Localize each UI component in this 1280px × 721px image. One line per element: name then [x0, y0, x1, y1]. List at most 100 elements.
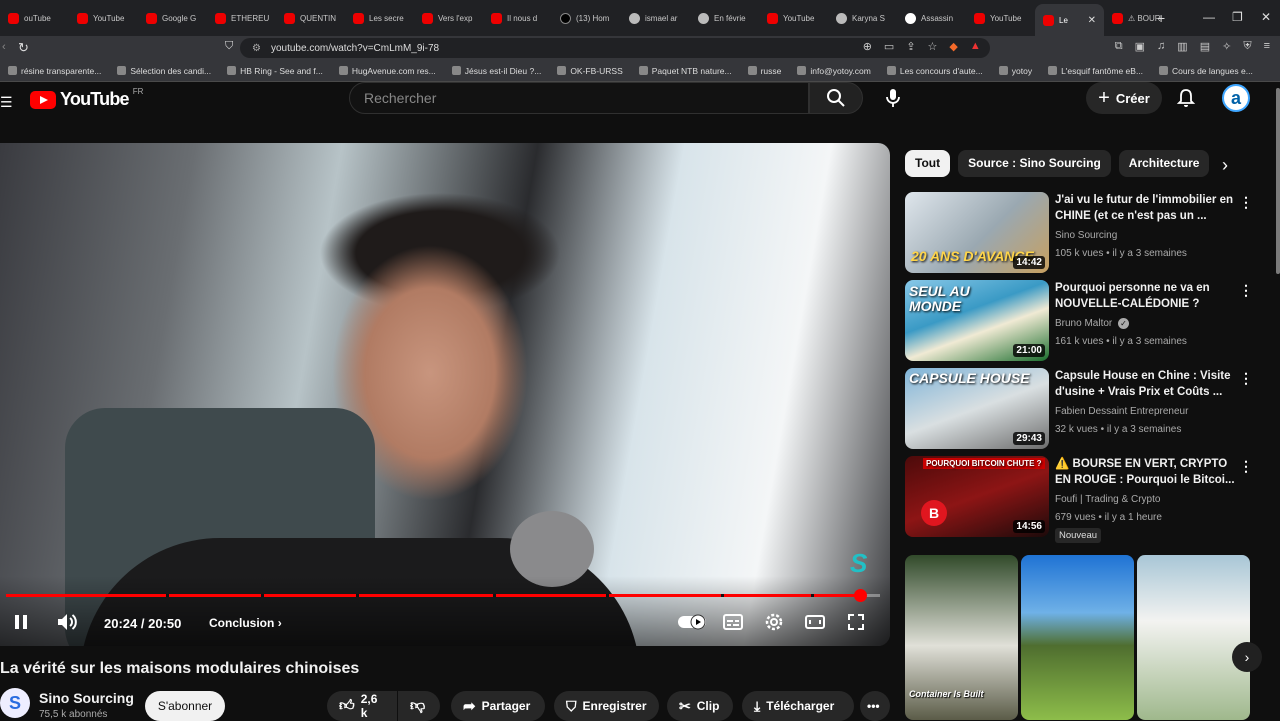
progress-bar[interactable] — [6, 589, 880, 602]
notifications-button[interactable] — [1176, 88, 1196, 108]
short-thumbnail[interactable] — [1137, 555, 1250, 720]
recommendation-channel[interactable]: Sino Sourcing — [1055, 230, 1117, 241]
search-button[interactable] — [809, 82, 863, 114]
page-scrollbar[interactable] — [1276, 88, 1280, 274]
recommendation-title[interactable]: Pourquoi personne ne va en NOUVELLE-CALÉ… — [1055, 280, 1235, 312]
browser-tab[interactable]: ismael ar — [621, 4, 690, 32]
chip-architecture[interactable]: Architecture — [1118, 150, 1210, 177]
channel-name[interactable]: Sino Sourcing — [39, 690, 134, 706]
browser-tab[interactable]: Google G — [138, 4, 207, 32]
video-thumbnail[interactable]: SEUL AU MONDE 21:00 — [905, 280, 1049, 361]
browser-tab[interactable]: Les secre — [345, 4, 414, 32]
more-vertical-icon[interactable]: ⋮ — [1239, 282, 1253, 299]
browser-tab[interactable]: (13) Hom — [552, 4, 621, 32]
browser-tab[interactable]: Assassin — [897, 4, 966, 32]
video-thumbnail[interactable]: POURQUOI BITCOIN CHUTE ? B 14:56 — [905, 456, 1049, 537]
create-button[interactable]: + Créer — [1086, 82, 1162, 114]
recommendation-item[interactable]: SEUL AU MONDE 21:00 Pourquoi personne ne… — [905, 280, 1253, 362]
recommendation-item[interactable]: POURQUOI BITCOIN CHUTE ? B 14:56 ⚠️ BOUR… — [905, 456, 1253, 543]
video-thumbnail[interactable]: CAPSULE HOUSE 29:43 — [905, 368, 1049, 449]
bookmark-item[interactable]: Sélection des candi... — [109, 66, 219, 76]
recommendation-item[interactable]: CAPSULE HOUSE 29:43 Capsule House en Chi… — [905, 368, 1253, 450]
browser-tab[interactable]: Karyna S — [828, 4, 897, 32]
leo-icon[interactable]: ✧ — [1222, 40, 1231, 53]
browser-tab[interactable]: QUENTIN — [276, 4, 345, 32]
download-button[interactable]: ⤓ Télécharger — [742, 691, 854, 721]
browser-tab[interactable]: ouTube — [0, 4, 69, 32]
youtube-logo[interactable]: YouTube FR — [30, 87, 143, 110]
extensions-icon[interactable]: ⧉ — [1115, 40, 1123, 53]
recommendation-channel[interactable]: Fabien Dessaint Entrepreneur — [1055, 406, 1188, 417]
more-actions-button[interactable]: ••• — [860, 691, 890, 721]
chips-next-button[interactable]: › — [1222, 155, 1228, 176]
clip-button[interactable]: ✂ Clip — [667, 691, 733, 721]
bookmark-item[interactable]: Paquet NTB nature... — [631, 66, 740, 76]
zoom-icon[interactable]: ⊕ — [863, 40, 872, 53]
bookmark-item[interactable]: info@yotoy.com — [789, 66, 878, 76]
maximize-icon[interactable]: ❐ — [1232, 10, 1243, 24]
browser-tab[interactable]: YouTube — [759, 4, 828, 32]
bookmark-item[interactable]: yotoy — [991, 66, 1040, 76]
short-thumbnail[interactable] — [1021, 555, 1134, 720]
pause-button[interactable] — [12, 613, 30, 631]
bookmark-item[interactable]: L'esquif fantôme eB... — [1040, 66, 1151, 76]
rewards-icon[interactable]: ▲ — [970, 40, 981, 53]
star-icon[interactable]: ☆ — [928, 40, 938, 53]
more-vertical-icon[interactable]: ⋮ — [1239, 370, 1253, 387]
brave-shield-icon[interactable]: ◆ — [949, 40, 957, 53]
recommendation-channel[interactable]: Bruno Maltor ✓ — [1055, 318, 1130, 329]
like-button[interactable]: 👍︎ 2,6 k — [327, 691, 397, 721]
recommendation-title[interactable]: ⚠️ BOURSE EN VERT, CRYPTO EN ROUGE : Pou… — [1055, 456, 1235, 488]
sidebar-icon[interactable]: ▥ — [1177, 40, 1187, 53]
recommendation-title[interactable]: J'ai vu le futur de l'immobilier en CHIN… — [1055, 192, 1235, 224]
search-input[interactable]: Rechercher — [349, 82, 809, 114]
voice-search-button[interactable] — [874, 82, 912, 114]
bookmark-item[interactable]: Cours de langues e... — [1151, 66, 1261, 76]
back-icon[interactable]: ‹ — [2, 41, 6, 53]
cast-icon[interactable]: ▭ — [884, 40, 894, 53]
vpn-icon[interactable]: ⛨ — [1243, 40, 1251, 53]
settings-button[interactable] — [763, 611, 785, 633]
browser-tab[interactable]: YouTube — [966, 4, 1035, 32]
browser-tab[interactable]: ETHEREU — [207, 4, 276, 32]
menu-icon[interactable]: ≡ — [1264, 40, 1270, 53]
chapter-button[interactable]: Conclusion › — [209, 616, 282, 630]
minimize-icon[interactable]: — — [1203, 10, 1215, 24]
subscribe-button[interactable]: S'abonner — [145, 691, 225, 721]
media-icon[interactable]: ♫ — [1157, 40, 1165, 53]
bookmark-item[interactable]: HB Ring - See and f... — [219, 66, 331, 76]
save-button[interactable]: ⛉ Enregistrer — [554, 691, 659, 721]
channel-watermark[interactable]: S — [850, 548, 867, 579]
recommendation-item[interactable]: 20 ANS D'AVANCE 14:42 J'ai vu le futur d… — [905, 192, 1253, 274]
shorts-next-button[interactable]: › — [1232, 642, 1262, 672]
browser-tab[interactable]: Il nous d — [483, 4, 552, 32]
scrubber-handle[interactable] — [853, 589, 867, 602]
browser-tab[interactable]: En févrie — [690, 4, 759, 32]
bookmark-item[interactable]: OK-FB-URSS — [549, 66, 630, 76]
short-thumbnail[interactable]: Container Is Built — [905, 555, 1018, 720]
bookmark-item[interactable]: Les concours d'aute... — [879, 66, 991, 76]
close-tab-icon[interactable]: ✕ — [1088, 15, 1096, 26]
video-player[interactable]: S — [0, 143, 890, 646]
bookmark-page-icon[interactable]: ⛉ — [225, 40, 233, 53]
theater-mode-button[interactable] — [804, 612, 826, 632]
site-info-icon[interactable]: ⚙ — [252, 43, 261, 54]
close-window-icon[interactable]: ✕ — [1261, 10, 1271, 24]
share-icon[interactable]: ⇪ — [906, 40, 915, 53]
channel-avatar[interactable]: S — [0, 688, 30, 718]
more-vertical-icon[interactable]: ⋮ — [1239, 458, 1253, 475]
autoplay-toggle[interactable] — [678, 614, 706, 630]
subtitles-button[interactable] — [722, 612, 744, 632]
chip-all[interactable]: Tout — [905, 150, 951, 177]
recommendation-title[interactable]: Capsule House en Chine : Visite d'usine … — [1055, 368, 1235, 400]
bookmark-item[interactable]: HugAvenue.com res... — [331, 66, 444, 76]
hamburger-menu-icon[interactable]: ☰ — [0, 94, 13, 111]
share-button[interactable]: ➦ Partager — [451, 691, 545, 721]
bookmark-item[interactable]: russe — [740, 66, 790, 76]
new-tab-button[interactable]: + — [1157, 10, 1165, 26]
browser-tab[interactable]: Vers l'exp — [414, 4, 483, 32]
wallet-icon[interactable]: ▤ — [1200, 40, 1210, 53]
screenshot-icon[interactable]: ▣ — [1135, 40, 1145, 53]
volume-button[interactable] — [56, 612, 78, 632]
account-avatar[interactable]: a — [1222, 84, 1250, 112]
